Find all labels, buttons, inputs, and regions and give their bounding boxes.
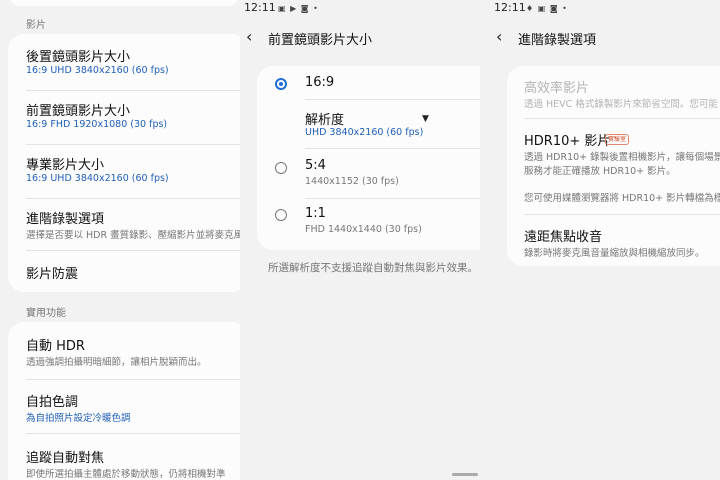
setting-title: HDR10+ 影片	[524, 134, 611, 149]
status-icons: ▣ ▶ ◙ •	[278, 4, 319, 13]
setting-description: 即使所選拍攝主體處於移動狀態，仍將相機對準	[26, 469, 226, 480]
option-ratio: 16:9	[305, 75, 335, 90]
setting-title: 追蹤自動對焦	[26, 451, 105, 466]
setting-title: 後置鏡頭影片大小	[26, 50, 131, 65]
setting-zoom-in-mic[interactable]: 遠距焦點收音 錄影時將麥克風音量縮放與相機縮放同步。	[507, 214, 720, 266]
setting-value: 16:9 UHD 3840x2160 (60 fps)	[26, 173, 169, 184]
footer-note: 所選解析度不支援追蹤自動對焦與影片效果。	[268, 262, 478, 274]
page-title: 進階錄製選項	[518, 33, 597, 48]
resolution-value: UHD 3840x2160 (60 fps)	[305, 127, 424, 138]
resolution-dropdown[interactable]: 解析度 UHD 3840x2160 (60 fps) ▼	[257, 100, 480, 148]
labs-badge: 實驗室	[605, 134, 630, 145]
dropdown-arrow-icon: ▼	[422, 114, 429, 124]
setting-hdr10-video[interactable]: HDR10+ 影片 實驗室 透過 HDR10+ 錄製後置相機影片，讓每個場景 服…	[507, 118, 720, 214]
status-time: 12:11	[494, 1, 526, 14]
settings-panel-camera: 影片 後置鏡頭影片大小 16:9 UHD 3840x2160 (60 fps) …	[0, 0, 240, 480]
setting-description: 錄影時將麥克風音量縮放與相機縮放同步。	[524, 248, 705, 259]
setting-video-stabilization[interactable]: 影片防震	[8, 250, 240, 292]
setting-title: 遠距焦點收音	[524, 230, 603, 245]
radio-unselected-icon[interactable]	[275, 162, 287, 174]
setting-title: 自拍色調	[26, 395, 79, 410]
section-header-utilities: 實用功能	[26, 308, 66, 319]
utilities-card: 自動 HDR 透過強調拍攝明暗細節，讓相片脫穎而出。 自拍色調 為自拍照片設定冷…	[8, 322, 240, 480]
top-card-edge	[8, 0, 240, 6]
setting-rear-video-size[interactable]: 後置鏡頭影片大小 16:9 UHD 3840x2160 (60 fps)	[8, 34, 240, 90]
option-5-4[interactable]: 5:4 1440x1152 (30 fps)	[257, 148, 480, 198]
radio-unselected-icon[interactable]	[275, 209, 287, 221]
setting-title: 專業影片大小	[26, 158, 105, 173]
resolution-options-card: 16:9 解析度 UHD 3840x2160 (60 fps) ▼ 5:4 14…	[257, 66, 480, 250]
setting-value: 為自拍照片設定冷暖色調	[26, 413, 131, 424]
setting-description: 選擇是否要以 HDR 畫質錄影、壓縮影片並將麥克風	[26, 230, 240, 241]
setting-title: 自動 HDR	[26, 339, 85, 354]
setting-selfie-tone[interactable]: 自拍色調 為自拍照片設定冷暖色調	[8, 379, 240, 433]
setting-tracking-autofocus[interactable]: 追蹤自動對焦 即使所選拍攝主體處於移動狀態，仍將相機對準	[8, 433, 240, 480]
setting-auto-hdr[interactable]: 自動 HDR 透過強調拍攝明暗細節，讓相片脫穎而出。	[8, 322, 240, 378]
setting-description: 您可使用媒體瀏覽器將 HDR10+ 影片轉檔為標	[524, 193, 720, 204]
setting-title: 高效率影片	[524, 81, 590, 96]
status-time: 12:11	[244, 1, 276, 14]
setting-advanced-recording[interactable]: 進階錄製選項 選擇是否要以 HDR 畫質錄影、壓縮影片並將麥克風	[8, 198, 240, 250]
option-ratio: 5:4	[305, 158, 326, 173]
radio-selected-icon[interactable]	[275, 78, 287, 90]
advanced-options-card: 高效率影片 透過 HEVC 格式錄製影片來節省空間。您可能 HDR10+ 影片 …	[507, 66, 720, 266]
setting-description: 透過 HEVC 格式錄製影片來節省空間。您可能	[524, 99, 718, 110]
setting-title: 前置鏡頭影片大小	[26, 104, 131, 119]
page-title: 前置鏡頭影片大小	[268, 33, 373, 48]
setting-description: 服務才能正確播放 HDR10+ 影片。	[524, 166, 676, 177]
scroll-handle	[452, 473, 478, 476]
setting-hevc: 高效率影片 透過 HEVC 格式錄製影片來節省空間。您可能	[507, 66, 720, 118]
advanced-recording-panel: 12:11 ♦ ▣ ◙ • ‹ 進階錄製選項 高效率影片 透過 HEVC 格式錄…	[480, 0, 720, 480]
setting-pro-video-size[interactable]: 專業影片大小 16:9 UHD 3840x2160 (60 fps)	[8, 144, 240, 198]
setting-description: 透過強調拍攝明暗細節，讓相片脫穎而出。	[26, 357, 207, 368]
setting-title: 影片防震	[26, 267, 79, 282]
setting-title: 進階錄製選項	[26, 212, 105, 227]
option-16-9[interactable]: 16:9	[257, 66, 480, 100]
back-arrow-icon[interactable]: ‹	[496, 27, 502, 46]
video-settings-card: 後置鏡頭影片大小 16:9 UHD 3840x2160 (60 fps) 前置鏡…	[8, 34, 240, 292]
front-video-size-panel: 12:11 ▣ ▶ ◙ • ‹ 前置鏡頭影片大小 16:9 解析度 UHD 38…	[240, 0, 480, 480]
resolution-label: 解析度	[305, 113, 345, 128]
setting-description: 透過 HDR10+ 錄製後置相機影片，讓每個場景	[524, 152, 720, 163]
option-1-1[interactable]: 1:1 FHD 1440x1440 (30 fps)	[257, 198, 480, 250]
status-icons: ♦ ▣ ◙ •	[526, 4, 568, 13]
setting-value: 16:9 UHD 3840x2160 (60 fps)	[26, 65, 169, 76]
setting-front-video-size[interactable]: 前置鏡頭影片大小 16:9 FHD 1920x1080 (30 fps)	[8, 90, 240, 144]
back-arrow-icon[interactable]: ‹	[246, 27, 252, 46]
option-resolution: FHD 1440x1440 (30 fps)	[305, 224, 422, 235]
setting-value: 16:9 FHD 1920x1080 (30 fps)	[26, 119, 168, 130]
section-header-video: 影片	[26, 20, 46, 31]
option-ratio: 1:1	[305, 206, 326, 221]
option-resolution: 1440x1152 (30 fps)	[305, 176, 399, 187]
